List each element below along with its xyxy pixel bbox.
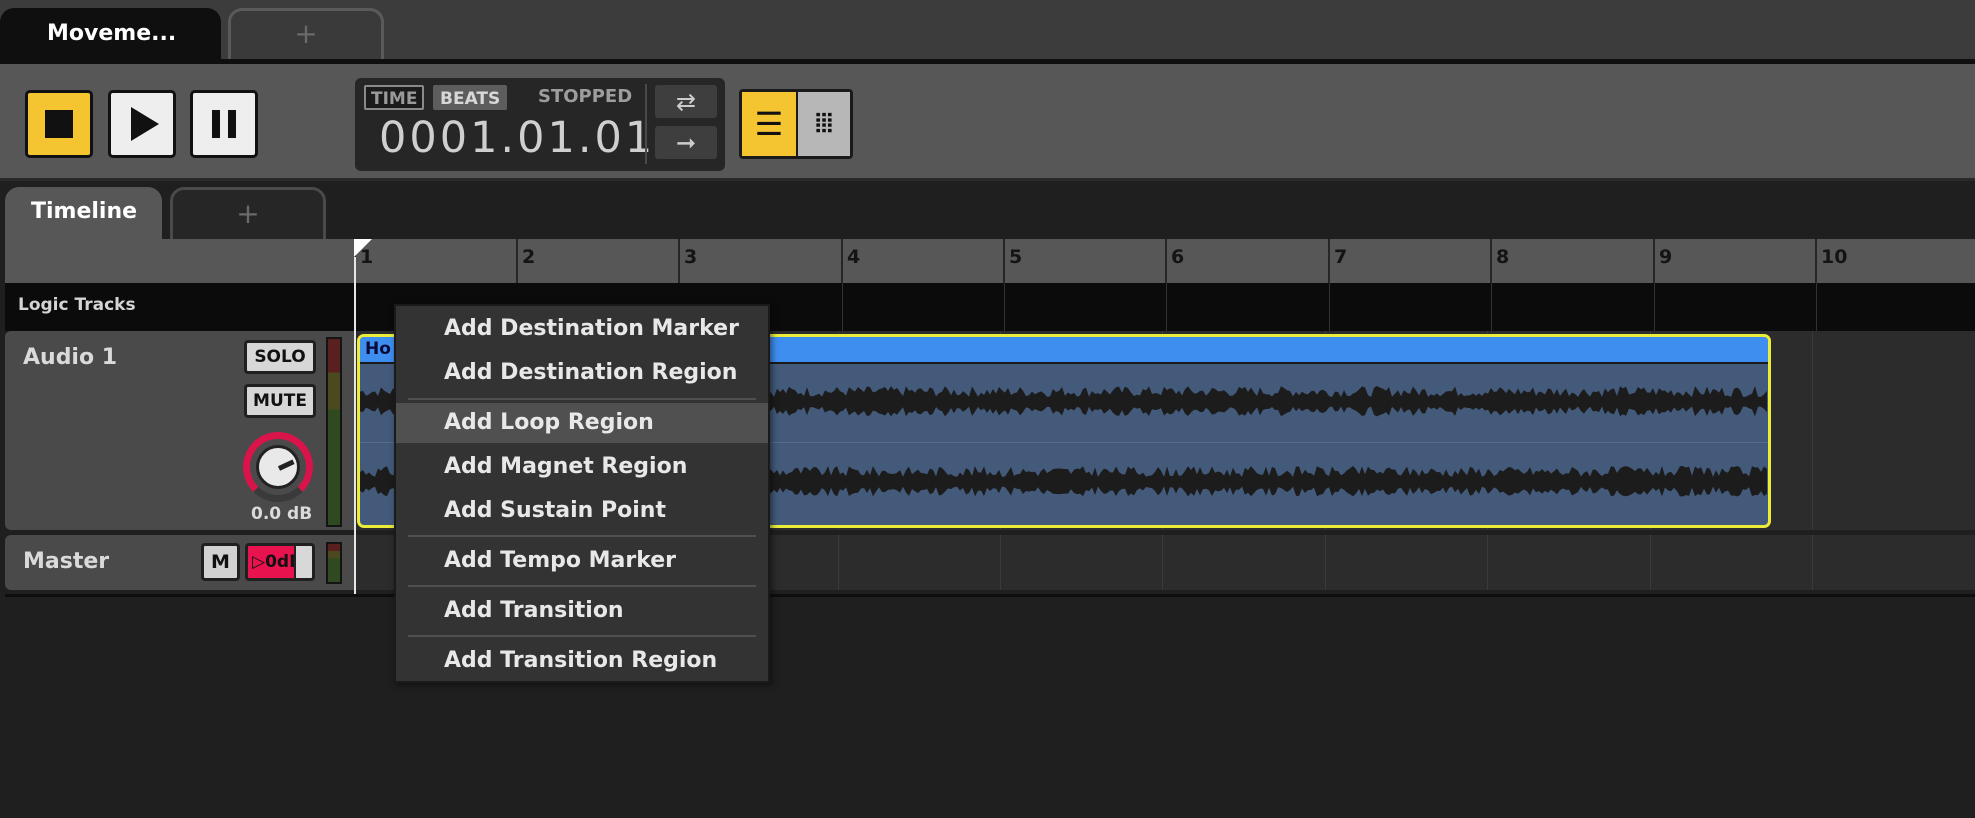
empty-track-area[interactable]: [5, 594, 1975, 818]
slider-handle[interactable]: [294, 546, 312, 578]
clock-beats-mode-button[interactable]: BEATS: [433, 85, 508, 110]
grid-line: [838, 535, 839, 590]
arrow-right-icon: ➞: [675, 128, 697, 157]
add-view-tab-button[interactable]: +: [170, 187, 326, 240]
ruler-bar-number: 7: [1334, 246, 1348, 268]
menu-item-add-transition-region[interactable]: Add Transition Region: [396, 641, 768, 681]
add-tab-button[interactable]: +: [228, 8, 384, 61]
grid-line: [1650, 535, 1651, 590]
loop-icon: ⇄: [675, 87, 697, 116]
ruler-bar-number: 5: [1009, 246, 1023, 268]
transport-bar: TIME BEATS STOPPED 0001.01.01 ⇄ ➞ ☰ ⦙⦙⦙: [0, 64, 1975, 181]
menu-separator: [408, 585, 756, 587]
grid-line: [1654, 283, 1655, 331]
knob-icon: [256, 445, 300, 489]
ruler-bar: 5: [1003, 239, 1022, 283]
master-output-slider[interactable]: ▷0dB: [245, 543, 315, 581]
ruler-bar: 4: [841, 239, 860, 283]
play-button[interactable]: [108, 90, 176, 158]
ruler-bar: 10: [1815, 239, 1847, 283]
menu-separator: [408, 535, 756, 537]
pause-icon: [212, 110, 236, 138]
volume-knob[interactable]: [243, 432, 313, 502]
list-icon: ☰: [754, 105, 784, 143]
menu-separator: [408, 635, 756, 637]
view-tab-bar: Timeline +: [0, 181, 1975, 240]
mute-button[interactable]: MUTE: [244, 384, 316, 418]
logic-tracks-row: Logic Tracks: [5, 283, 1975, 331]
ruler-bar: 7: [1328, 239, 1347, 283]
grid-line: [1000, 535, 1001, 590]
list-view-button[interactable]: ☰: [742, 92, 796, 156]
clock-position: 0001.01.01: [379, 113, 656, 163]
ruler-bar-number: 10: [1821, 246, 1848, 268]
menu-item-add-transition[interactable]: Add Transition: [396, 591, 768, 631]
solo-button[interactable]: SOLO: [244, 340, 316, 374]
logic-tracks-label: Logic Tracks: [18, 295, 136, 315]
divider: [645, 84, 647, 164]
grid-line: [842, 283, 843, 331]
ruler-bar-number: 3: [684, 246, 698, 268]
playhead-line: [354, 257, 356, 594]
ruler-bar-number: 2: [522, 246, 536, 268]
menu-item-add-sustain-point[interactable]: Add Sustain Point: [396, 491, 768, 531]
clock-time-mode-button[interactable]: TIME: [364, 85, 425, 110]
transport-clock: TIME BEATS STOPPED 0001.01.01 ⇄ ➞: [355, 78, 725, 171]
ruler-bar: 2: [516, 239, 535, 283]
region-name: Ho: [365, 339, 391, 359]
top-tab-bar: Moveme... +: [0, 0, 1975, 62]
level-meter: [326, 337, 342, 527]
menu-item-add-destination-region[interactable]: Add Destination Region: [396, 353, 768, 393]
ruler-bar-number: 4: [847, 246, 861, 268]
menu-item-add-tempo-marker[interactable]: Add Tempo Marker: [396, 541, 768, 581]
follow-toggle-button[interactable]: ➞: [655, 126, 717, 159]
menu-item-add-loop-region[interactable]: Add Loop Region: [396, 403, 768, 443]
menu-separator: [408, 398, 756, 400]
grid-line: [1812, 331, 1813, 530]
ruler-bar-number: 9: [1659, 246, 1673, 268]
ruler-bar-number: 6: [1171, 246, 1185, 268]
app-window: Moveme... + TIME BEATS STOPPED 0001.01.0…: [0, 0, 1975, 818]
transport-status: STOPPED: [538, 86, 633, 107]
grid-line: [1162, 535, 1163, 590]
timeline-ruler[interactable]: 1 2 3 4 5 6 7 8 9 10: [5, 239, 1975, 283]
menu-item-add-destination-marker[interactable]: Add Destination Marker: [396, 309, 768, 349]
ruler-bar: 3: [678, 239, 697, 283]
loop-toggle-button[interactable]: ⇄: [655, 85, 717, 118]
stop-icon: [45, 110, 73, 138]
mixer-icon: ⦙⦙⦙: [815, 108, 833, 139]
grid-line: [1487, 535, 1488, 590]
tab-timeline[interactable]: Timeline: [5, 187, 162, 240]
view-mode-toggle: ☰ ⦙⦙⦙: [739, 89, 853, 159]
volume-readout: 0.0 dB: [251, 504, 313, 524]
grid-line: [1166, 283, 1167, 331]
track-name: Master: [23, 549, 110, 574]
mixer-view-button[interactable]: ⦙⦙⦙: [796, 92, 850, 156]
menu-item-add-magnet-region[interactable]: Add Magnet Region: [396, 447, 768, 487]
grid-line: [1812, 535, 1813, 590]
grid-line: [1816, 283, 1817, 331]
ruler-bar: 6: [1165, 239, 1184, 283]
context-menu: Add Destination Marker Add Destination R…: [394, 304, 770, 683]
stop-button[interactable]: [25, 90, 93, 158]
grid-line: [1325, 535, 1326, 590]
master-mute-button[interactable]: M: [201, 543, 240, 581]
playhead-marker[interactable]: [354, 239, 372, 257]
grid-line: [1004, 283, 1005, 331]
grid-line: [1491, 283, 1492, 331]
tab-project[interactable]: Moveme...: [0, 8, 221, 62]
grid-line: [1329, 283, 1330, 331]
ruler-bar: 8: [1490, 239, 1509, 283]
pause-button[interactable]: [190, 90, 258, 158]
track-name: Audio 1: [23, 345, 118, 370]
ruler-bar-number: 8: [1496, 246, 1510, 268]
ruler-bar: 9: [1653, 239, 1672, 283]
play-icon: [131, 107, 159, 141]
master-level-meter: [326, 542, 342, 584]
